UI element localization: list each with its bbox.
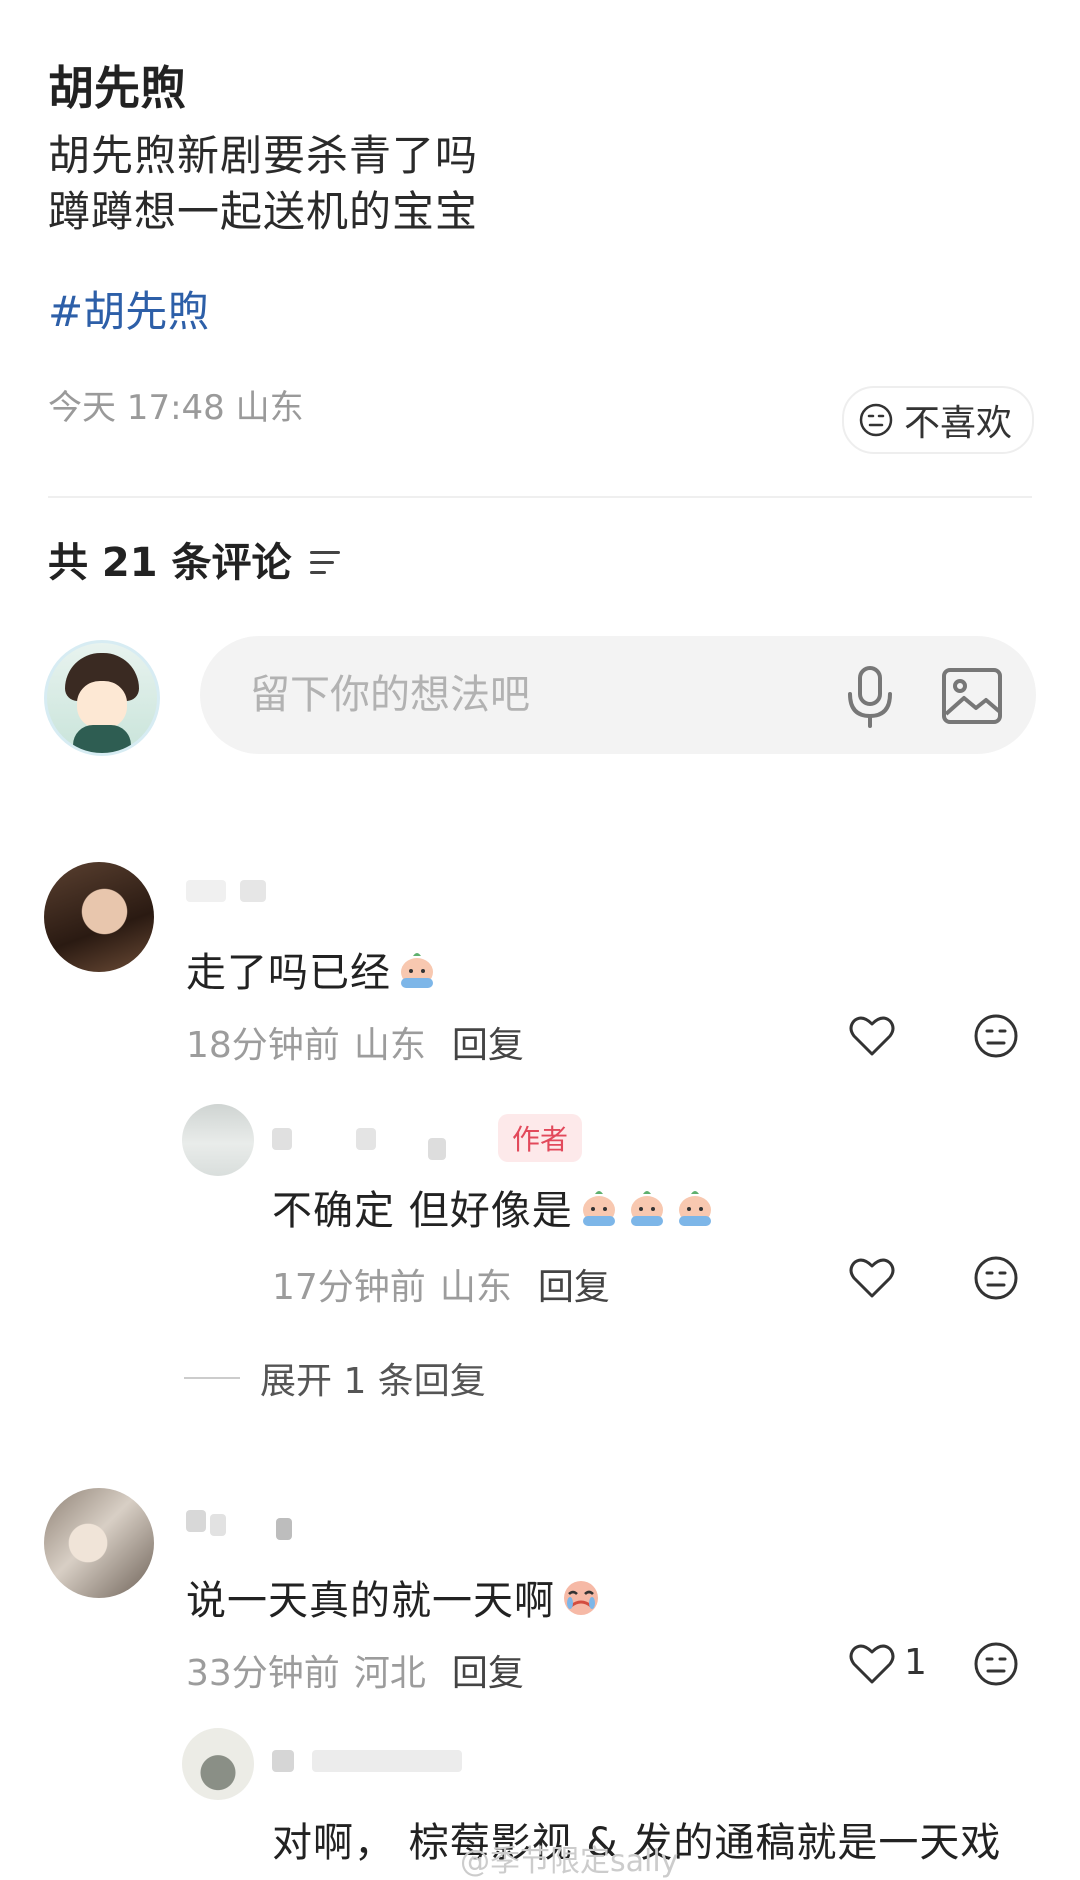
comment-meta: 18分钟前 山东 回复 (186, 1016, 524, 1068)
expand-replies-label: 展开 1 条回复 (260, 1361, 486, 1402)
reply-name-blurred[interactable] (272, 1746, 472, 1772)
watermark: @季节限定sally (460, 1844, 679, 1879)
reply-meta: 17分钟前 山东 回复 (272, 1258, 610, 1310)
reply-name-blurred[interactable] (272, 1124, 462, 1160)
heart-icon[interactable] (846, 1252, 898, 1304)
expand-replies-button[interactable]: 展开 1 条回复 (184, 1352, 486, 1404)
commenter-avatar[interactable] (44, 1488, 154, 1598)
expand-divider (184, 1377, 240, 1379)
reply-text-content: 不确定 但好像是 (272, 1188, 573, 1234)
commenter-name-blurred[interactable] (186, 880, 296, 906)
comment-location: 河北 (353, 1653, 426, 1694)
reply-location: 山东 (439, 1267, 512, 1308)
reply-text: 不确定 但好像是 (272, 1178, 717, 1236)
reply-button[interactable]: 回复 (452, 1644, 524, 1696)
heart-icon[interactable] (846, 1010, 898, 1062)
crying-emoji-icon (564, 1581, 598, 1615)
comment-count-label: 共 21 条评论 (48, 540, 292, 586)
crying-emoji-icon (582, 1191, 615, 1226)
comment-input-box[interactable] (200, 636, 1036, 754)
comment-text-content: 走了吗已经 (186, 950, 391, 996)
author-tag: 作者 (498, 1114, 583, 1162)
sort-icon[interactable] (309, 550, 340, 574)
reply-avatar[interactable] (182, 1104, 254, 1176)
divider (48, 496, 1032, 498)
reply-button[interactable]: 回复 (538, 1258, 610, 1310)
post-title: 胡先煦 (48, 61, 186, 115)
image-icon[interactable] (940, 666, 1004, 726)
reply-button[interactable]: 回复 (452, 1016, 524, 1068)
neutral-face-icon[interactable] (970, 1010, 1022, 1062)
comment-time: 33分钟前 (186, 1653, 340, 1694)
post-hashtag[interactable]: #胡先煦 (48, 278, 209, 339)
comment-text: 走了吗已经 (186, 940, 439, 998)
crying-emoji-icon (401, 953, 433, 988)
comment-meta: 33分钟前 河北 回复 (186, 1644, 524, 1696)
dislike-label: 不喜欢 (903, 403, 1012, 444)
comment-input[interactable] (248, 664, 812, 726)
dislike-face-icon (859, 403, 893, 437)
post-body-line-2: 蹲蹲想一起送机的宝宝 (48, 187, 479, 236)
crying-emoji-icon (630, 1191, 663, 1226)
commenter-avatar[interactable] (44, 862, 154, 972)
comments-header: 共 21 条评论 (48, 530, 340, 588)
my-avatar[interactable] (44, 640, 160, 756)
comment-time: 18分钟前 (186, 1025, 340, 1066)
comment-location: 山东 (353, 1025, 426, 1066)
dislike-button[interactable]: 不喜欢 (841, 386, 1034, 454)
post-body-line-1: 胡先煦新剧要杀青了吗 (48, 131, 479, 180)
reply-time: 17分钟前 (272, 1267, 426, 1308)
comment-text-content: 说一天真的就一天啊 (186, 1578, 555, 1624)
crying-emoji-icon (678, 1191, 711, 1226)
neutral-face-icon[interactable] (970, 1252, 1022, 1304)
like-count: 1 (904, 1642, 927, 1683)
heart-icon[interactable] (846, 1638, 898, 1690)
reply-avatar[interactable] (182, 1728, 254, 1800)
mic-icon[interactable] (840, 664, 900, 728)
commenter-name-blurred[interactable] (186, 1510, 306, 1540)
comment-text: 说一天真的就一天啊 (186, 1568, 603, 1626)
neutral-face-icon[interactable] (970, 1638, 1022, 1690)
post-meta: 今天 17:48 山东 (48, 388, 304, 428)
